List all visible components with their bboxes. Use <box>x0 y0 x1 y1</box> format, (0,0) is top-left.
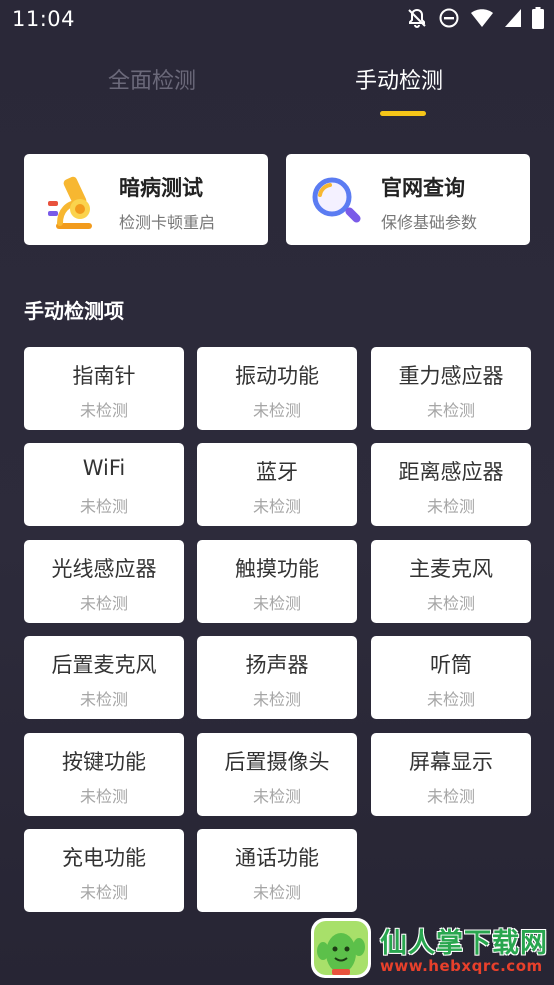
dark-test-title: 暗病测试 <box>119 176 203 200</box>
item-name: 充电功能 <box>62 846 146 870</box>
item-status: 未检测 <box>252 690 301 709</box>
test-item-call[interactable]: 通话功能 未检测 <box>197 829 357 912</box>
item-name: 屏幕显示 <box>409 750 493 774</box>
test-item-rear-microphone[interactable]: 后置麦克风 未检测 <box>24 636 184 719</box>
item-status: 未检测 <box>426 787 475 806</box>
do-not-disturb-icon <box>438 7 460 29</box>
item-status: 未检测 <box>252 787 301 806</box>
active-tab-indicator <box>380 111 426 116</box>
item-name: 主麦克风 <box>409 557 493 581</box>
microscope-icon <box>46 171 102 231</box>
item-name: WiFi <box>82 456 126 480</box>
test-item-buttons[interactable]: 按键功能 未检测 <box>24 733 184 816</box>
item-status: 未检测 <box>79 883 128 902</box>
item-status: 未检测 <box>252 497 301 516</box>
item-status: 未检测 <box>79 594 128 613</box>
section-title: 手动检测项 <box>24 299 124 323</box>
item-status: 未检测 <box>252 401 301 420</box>
wifi-icon <box>470 8 494 28</box>
item-name: 触摸功能 <box>235 557 319 581</box>
official-query-subtitle: 保修基础参数 <box>381 213 478 232</box>
item-name: 按键功能 <box>62 750 146 774</box>
status-time: 11:04 <box>12 7 76 31</box>
tab-bar: 全面检测 手动检测 <box>0 55 554 125</box>
test-item-screen-display[interactable]: 屏幕显示 未检测 <box>371 733 531 816</box>
test-item-compass[interactable]: 指南针 未检测 <box>24 347 184 430</box>
official-query-title: 官网查询 <box>381 176 465 200</box>
item-status: 未检测 <box>79 690 128 709</box>
item-status: 未检测 <box>252 594 301 613</box>
item-status: 未检测 <box>426 690 475 709</box>
status-icons <box>406 7 544 29</box>
item-name: 扬声器 <box>245 653 309 677</box>
signal-icon <box>504 8 522 28</box>
battery-icon <box>532 7 544 29</box>
test-item-bluetooth[interactable]: 蓝牙 未检测 <box>197 443 357 526</box>
test-item-touch[interactable]: 触摸功能 未检测 <box>197 540 357 623</box>
item-name: 通话功能 <box>235 846 319 870</box>
test-item-vibration[interactable]: 振动功能 未检测 <box>197 347 357 430</box>
item-name: 振动功能 <box>235 364 319 388</box>
magnifier-icon <box>308 171 364 231</box>
dark-test-card[interactable]: 暗病测试 检测卡顿重启 <box>24 154 268 245</box>
test-item-wifi[interactable]: WiFi 未检测 <box>24 443 184 526</box>
watermark-url: www.hebxqrc.com <box>380 957 543 975</box>
tab-full-check[interactable]: 全面检测 <box>108 63 196 95</box>
item-name: 指南针 <box>72 364 136 388</box>
tab-manual-check[interactable]: 手动检测 <box>355 63 443 95</box>
item-name: 光线感应器 <box>51 557 157 581</box>
test-item-main-microphone[interactable]: 主麦克风 未检测 <box>371 540 531 623</box>
item-name: 重力感应器 <box>398 364 504 388</box>
item-status: 未检测 <box>426 594 475 613</box>
item-name: 蓝牙 <box>256 460 298 484</box>
cactus-logo-icon <box>310 917 372 979</box>
status-bar: 11:04 <box>0 0 554 38</box>
notifications-off-icon <box>406 7 428 29</box>
test-item-rear-camera[interactable]: 后置摄像头 未检测 <box>197 733 357 816</box>
item-status: 未检测 <box>252 883 301 902</box>
test-item-charging[interactable]: 充电功能 未检测 <box>24 829 184 912</box>
item-name: 距离感应器 <box>398 460 504 484</box>
test-item-light-sensor[interactable]: 光线感应器 未检测 <box>24 540 184 623</box>
item-status: 未检测 <box>79 401 128 420</box>
item-status: 未检测 <box>426 497 475 516</box>
test-item-proximity-sensor[interactable]: 距离感应器 未检测 <box>371 443 531 526</box>
item-status: 未检测 <box>79 787 128 806</box>
watermark-text: 仙人掌下载网 <box>380 928 548 959</box>
test-item-speaker[interactable]: 扬声器 未检测 <box>197 636 357 719</box>
item-name: 后置摄像头 <box>224 750 330 774</box>
item-status: 未检测 <box>79 497 128 516</box>
item-name: 后置麦克风 <box>51 653 157 677</box>
item-name: 听筒 <box>430 653 472 677</box>
site-watermark: 仙人掌下载网 www.hebxqrc.com <box>308 915 548 983</box>
test-item-earpiece[interactable]: 听筒 未检测 <box>371 636 531 719</box>
dark-test-subtitle: 检测卡顿重启 <box>119 213 216 232</box>
test-item-gravity-sensor[interactable]: 重力感应器 未检测 <box>371 347 531 430</box>
item-status: 未检测 <box>426 401 475 420</box>
official-query-card[interactable]: 官网查询 保修基础参数 <box>286 154 530 245</box>
